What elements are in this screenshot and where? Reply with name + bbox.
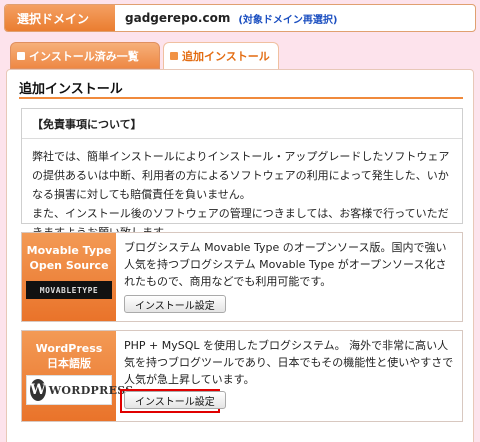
app-name: Movable Type Open Source (22, 233, 116, 273)
square-icon (170, 52, 178, 60)
reselect-domain-link[interactable]: (対象ドメイン再選択) (238, 11, 337, 26)
section-divider (19, 97, 463, 99)
app-description-movable-type: ブログシステム Movable Type のオープンソース版。国内で強い人気を持… (116, 233, 462, 321)
tab-installed-list[interactable]: インストール済み一覧 (10, 42, 160, 69)
install-settings-button-movable-type[interactable]: インストール設定 (124, 295, 226, 313)
app-row-wordpress: WordPress 日本語版 W WORDPRESS PHP + MySQL を… (21, 330, 463, 422)
app-description: ブログシステム Movable Type のオープンソース版。国内で強い人気を持… (124, 241, 447, 288)
section-title: 追加インストール (19, 82, 123, 97)
tab-installed-list-label: インストール済み一覧 (29, 49, 139, 63)
disclaimer-heading: 【免責事項について】 (22, 109, 462, 139)
main-panel: 追加インストール 【免責事項について】 弊社では、簡単インストールによりインスト… (6, 69, 474, 442)
app-description: PHP + MySQL を使用したブログシステム。 海外で非常に高い人気を持つブ… (124, 339, 454, 386)
wordpress-icon: W (30, 379, 46, 401)
app-description-wordpress: PHP + MySQL を使用したブログシステム。 海外で非常に高い人気を持つブ… (116, 331, 462, 421)
domain-name: gadgerepo.com (125, 11, 231, 25)
app-name-line-1: Movable Type (26, 244, 112, 257)
install-settings-button-wordpress[interactable]: インストール設定 (124, 391, 226, 409)
tab-add-install[interactable]: 追加インストール (163, 42, 279, 69)
domain-bar: 選択ドメイン gadgerepo.com (対象ドメイン再選択) (4, 4, 476, 32)
square-icon (17, 51, 25, 60)
app-name-line-2: 日本語版 (47, 357, 91, 370)
movable-type-logo: MOVABLETYPE (26, 281, 112, 299)
wordpress-logo: W WORDPRESS (26, 375, 133, 405)
app-row-movable-type: Movable Type Open Source MOVABLETYPE ブログ… (21, 232, 463, 322)
app-side-movable-type: Movable Type Open Source MOVABLETYPE (22, 233, 116, 321)
disclaimer-box: 【免責事項について】 弊社では、簡単インストールによりインストール・アップグレー… (21, 108, 463, 239)
app-side-wordpress: WordPress 日本語版 W WORDPRESS (22, 331, 133, 421)
disclaimer-paragraph-1: 弊社では、簡単インストールによりインストール・アップグレードしたソフトウェアの提… (32, 150, 450, 201)
app-name: WordPress 日本語版 (22, 331, 116, 371)
selected-domain-label: 選択ドメイン (5, 5, 115, 31)
app-name-line-1: WordPress (35, 342, 103, 355)
tab-add-install-label: 追加インストール (182, 50, 270, 63)
app-name-line-2: Open Source (29, 259, 109, 272)
